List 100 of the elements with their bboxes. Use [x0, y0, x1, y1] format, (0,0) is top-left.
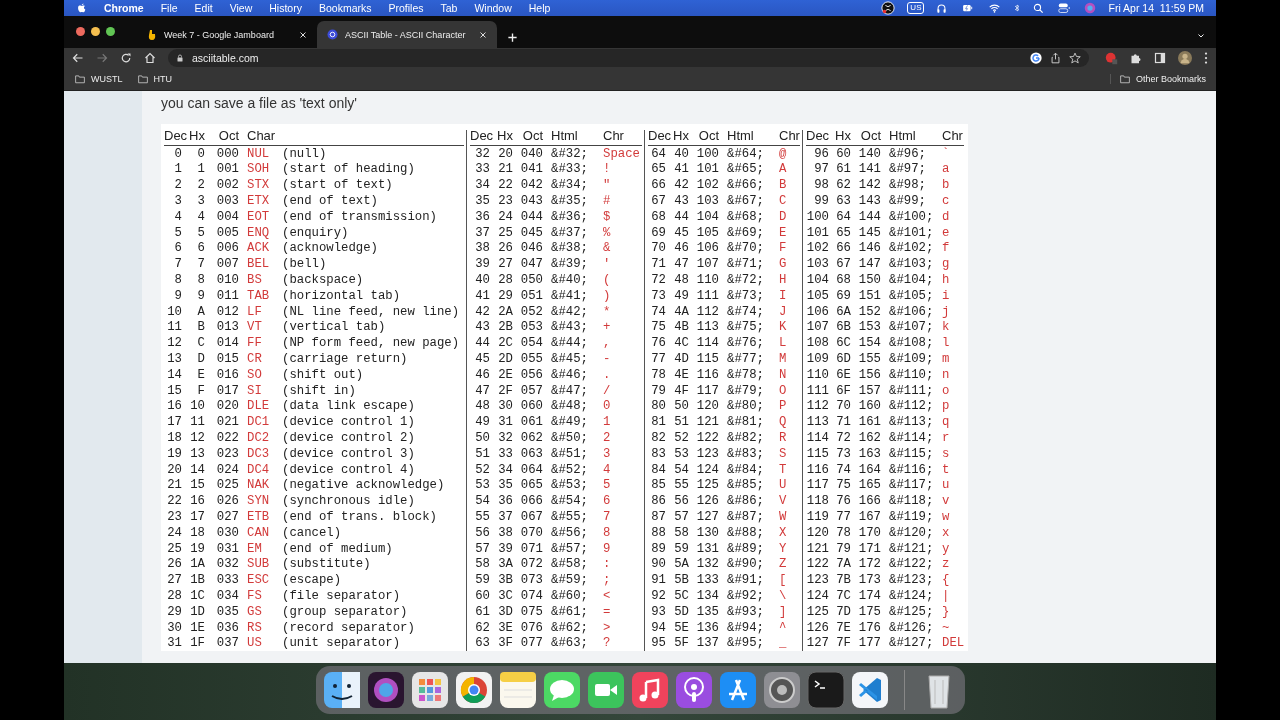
table-cell-text: I — [778, 288, 788, 303]
table-cell-text: 0 — [173, 146, 183, 161]
close-icon[interactable] — [299, 30, 307, 39]
table-cell-text: &#84; — [726, 462, 765, 477]
speech-bubble-icon[interactable] — [541, 670, 582, 710]
table-cell-text: ETX — [246, 194, 271, 209]
home-icon[interactable] — [144, 52, 156, 64]
table-cell-text: 122 — [806, 557, 830, 572]
table-cell-text: 141 — [857, 162, 882, 177]
reload-icon[interactable] — [120, 52, 132, 64]
table-cell-text: 23 — [166, 510, 183, 524]
bookmark[interactable]: WUSTL — [91, 74, 123, 84]
table-cell-text: EM — [246, 541, 263, 556]
close-icon[interactable] — [479, 30, 487, 39]
clock[interactable]: Fri Apr 14 11:59 PM — [1108, 2, 1204, 14]
wifi-icon[interactable] — [988, 2, 1002, 14]
menu-item[interactable]: Profiles — [388, 2, 424, 14]
table-cell-text: 77 — [835, 510, 852, 524]
chevron-down-icon[interactable] — [1196, 32, 1206, 40]
table-cell-text: _ — [778, 636, 788, 651]
lock-icon[interactable] — [176, 53, 184, 63]
menu-item[interactable]: Edit — [194, 2, 213, 14]
table-cell-text: 047 — [519, 257, 544, 272]
face-icon[interactable] — [321, 670, 362, 710]
menu-item[interactable]: Chrome — [104, 2, 144, 14]
avatar-icon[interactable] — [1178, 51, 1192, 65]
table-cell-text: CAN — [246, 525, 271, 540]
table-cell-text: &#59; — [550, 573, 589, 588]
table-cell-text: } — [941, 604, 951, 619]
table-cell-text: 8 — [173, 273, 183, 288]
minimize-button[interactable] — [91, 26, 100, 36]
maximize-button[interactable] — [106, 26, 115, 36]
share-icon[interactable] — [1050, 52, 1061, 64]
puzzle-icon[interactable] — [1130, 52, 1142, 64]
table-cell-text: &#102; — [888, 241, 935, 256]
star-icon[interactable] — [1069, 52, 1081, 64]
table-cell-text: Z — [778, 557, 788, 572]
search-icon[interactable] — [1033, 2, 1045, 14]
browser-tab[interactable]: Week 7 - Google Jamboard — [137, 21, 317, 48]
menu-item[interactable]: View — [229, 2, 253, 14]
folder-icon[interactable] — [74, 74, 86, 84]
menu-item[interactable]: Tab — [440, 2, 458, 14]
video-camera-icon[interactable] — [585, 670, 626, 710]
bookmark[interactable]: Other Bookmarks — [1135, 74, 1206, 84]
table-cell-text: &#33; — [550, 162, 589, 177]
bookmark[interactable]: HTU — [153, 74, 172, 84]
table-cell-text: 75 — [650, 320, 667, 335]
table-cell-text: [ — [778, 573, 788, 588]
column-header: Html — [547, 126, 599, 147]
folder-icon[interactable] — [136, 74, 149, 84]
table-cell-text: 074 — [519, 589, 544, 603]
table-cell-text: 50 — [474, 431, 491, 446]
code-editor-icon[interactable] — [849, 670, 890, 710]
app-store-icon[interactable] — [717, 670, 758, 710]
table-cell-text: 157 — [857, 383, 882, 398]
browser-icon[interactable] — [453, 670, 494, 710]
table-cell-text: &#58; — [550, 557, 589, 572]
terminal-icon[interactable] — [805, 670, 846, 710]
address-bar[interactable]: asciitable.com — [168, 49, 1089, 67]
table-cell-text: 123 — [695, 446, 720, 461]
podcast-icon[interactable] — [673, 670, 714, 710]
orb-icon[interactable] — [365, 670, 406, 710]
sidebar-icon[interactable] — [1154, 52, 1166, 64]
table-cell-text: &#85; — [726, 478, 765, 493]
toggle-switches-icon[interactable] — [1056, 2, 1073, 14]
menu-item[interactable]: Help — [528, 2, 551, 14]
table-cell-text: 124 — [806, 589, 830, 603]
table-cell-text: 30 — [166, 620, 183, 635]
input-source-indicator[interactable]: US — [907, 2, 925, 14]
menu-item[interactable]: History — [269, 2, 302, 14]
table-cell-text: 74 — [835, 462, 852, 477]
bluetooth-icon[interactable] — [1013, 2, 1022, 14]
folder-icon[interactable] — [1118, 74, 1131, 84]
table-cell-text: 4A — [673, 304, 690, 319]
table-cell-text: 4 — [602, 462, 612, 477]
music-note-icon[interactable] — [629, 670, 670, 710]
menu-item[interactable]: Bookmarks — [318, 2, 372, 14]
table-cell-text: 24 — [166, 525, 183, 540]
menu-item[interactable]: Window — [474, 2, 512, 14]
browser-tab[interactable]: ASCII Table - ASCII Character — [317, 21, 497, 48]
close-button[interactable] — [76, 26, 85, 36]
table-cell-text: . — [602, 367, 612, 382]
table-cell-text: 28 — [497, 273, 514, 288]
table-cell-text: 91 — [650, 573, 667, 588]
extension-badge-icon[interactable] — [1105, 51, 1118, 65]
column-header: Chr — [775, 126, 800, 147]
notepad-icon[interactable] — [497, 670, 538, 710]
table-cell-text: z — [941, 557, 951, 572]
kebab-menu-icon[interactable] — [1204, 52, 1208, 64]
table-cell-text: DC2 — [246, 431, 271, 446]
back-icon[interactable] — [72, 52, 84, 64]
menu-item[interactable]: File — [160, 2, 178, 14]
plus-icon[interactable] — [507, 32, 518, 43]
table-cell-text: 51 — [474, 446, 491, 461]
grid-icon[interactable] — [409, 670, 450, 710]
headphones-icon[interactable] — [936, 2, 948, 14]
apple-icon[interactable] — [76, 2, 87, 14]
google-icon[interactable] — [1030, 52, 1042, 64]
table-cell-text: 62 — [835, 178, 852, 193]
table-cell-text: E — [196, 367, 206, 382]
